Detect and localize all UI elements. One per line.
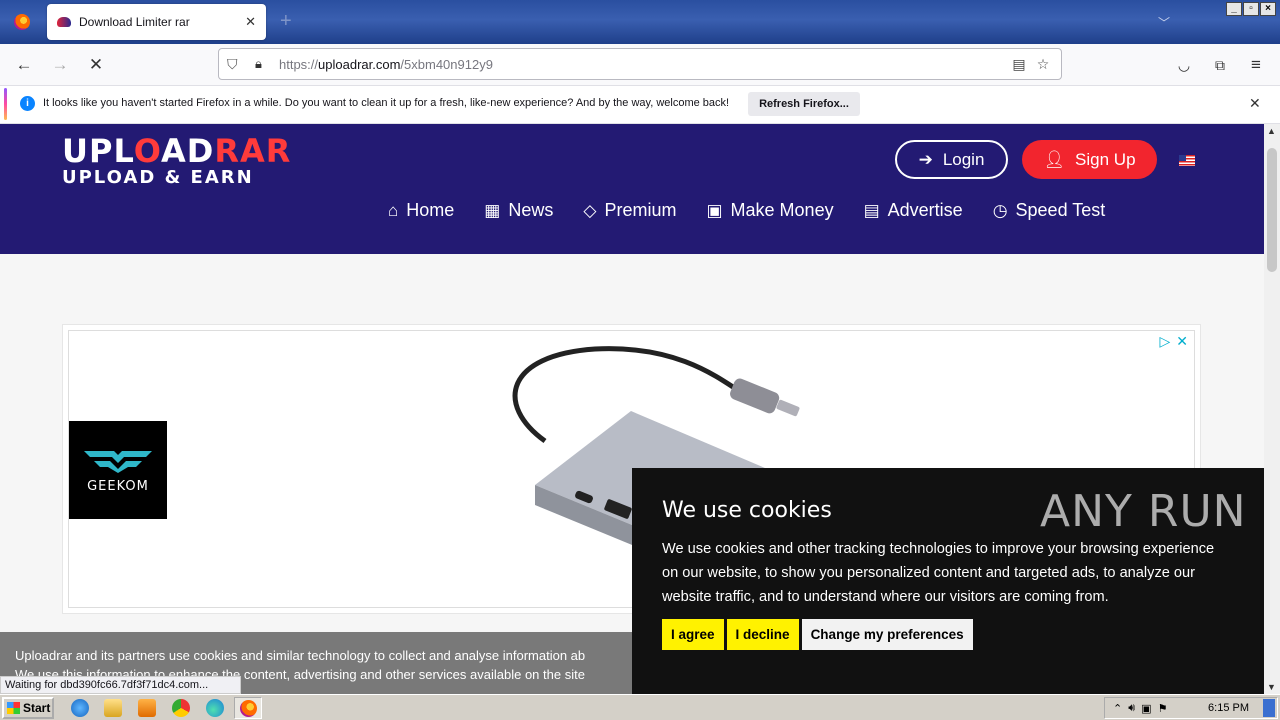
edge-icon[interactable] <box>206 699 224 717</box>
firefox-icon <box>14 14 30 30</box>
nav-advertise[interactable]: ▤ Advertise <box>864 200 963 221</box>
scroll-down-icon[interactable]: ▼ <box>1267 682 1276 692</box>
start-button[interactable]: Start <box>2 697 54 719</box>
extensions-puzzle-icon[interactable]: ⧉ <box>1209 54 1231 76</box>
refresh-firefox-button[interactable]: Refresh Firefox... <box>748 92 860 116</box>
ad-brand-name: GEEKOM <box>87 478 149 494</box>
tab-strip: Download Limiter rar ✕ + ﹀ _ ▫ × <box>0 0 1280 44</box>
bookmark-star-icon[interactable]: ☆ <box>1031 56 1055 73</box>
stop-loading-icon[interactable]: ✕ <box>85 54 107 76</box>
nav-news[interactable]: ▦ News <box>484 200 553 221</box>
nav-make-money[interactable]: ▣ Make Money <box>706 200 833 221</box>
volume-icon[interactable]: 🔊︎ <box>1128 702 1135 715</box>
screen: Download Limiter rar ✕ + ﹀ _ ▫ × ← → ✕ ⛉… <box>0 0 1280 720</box>
ad-card-icon: ▤ <box>863 200 880 220</box>
chrome-icon[interactable] <box>172 699 190 717</box>
url-text[interactable]: https://uploadrar.com/5xbm40n912y9 <box>279 57 1007 72</box>
network-icon[interactable]: ▣ <box>1141 702 1151 715</box>
uploadrar-logo[interactable]: UPLOADRAR UPLOAD & EARN <box>62 132 291 188</box>
ad-close-icon[interactable]: ✕ <box>1176 333 1188 350</box>
sign-up-button[interactable]: 👤︎ Sign Up <box>1022 140 1157 179</box>
login-label: Login <box>942 149 985 169</box>
info-icon: i <box>20 96 35 111</box>
i-agree-button[interactable]: I agree <box>662 619 724 650</box>
show-hidden-icons-icon[interactable]: ⌃ <box>1113 702 1122 715</box>
nav-premium[interactable]: ◇ Premium <box>583 200 676 221</box>
tab-title: Download Limiter rar <box>79 15 190 29</box>
page-scrollbar[interactable]: ▲ ▼ <box>1264 124 1280 694</box>
site-header: UPLOADRAR UPLOAD & EARN ➔ Login 👤︎ Sign … <box>0 124 1264 254</box>
windows-logo-icon <box>7 702 20 714</box>
window-controls: _ ▫ × <box>1226 2 1276 16</box>
media-player-icon[interactable] <box>138 699 156 717</box>
tab-close-icon[interactable]: ✕ <box>245 14 256 30</box>
back-arrow-icon[interactable]: ← <box>13 54 35 76</box>
main-nav: ⌂ Home ▦ News ◇ Premium ▣ Make Money ▤ Advert… <box>388 200 1105 221</box>
nav-speed-test[interactable]: ◷ Speed Test <box>993 200 1106 221</box>
newspaper-icon: ▦ <box>484 200 501 220</box>
padlock-icon[interactable]: 🔒︎ <box>255 56 269 72</box>
reader-view-icon[interactable]: ▤ <box>1007 56 1031 73</box>
home-icon: ⌂ <box>388 200 399 220</box>
system-tray: ⌃ 🔊︎ ▣ ⚑ 6:15 PM <box>1104 697 1278 719</box>
site-favicon-icon <box>57 17 71 27</box>
adchoices-play-icon[interactable]: ▷ <box>1159 333 1170 350</box>
firefox-view-button[interactable] <box>0 0 44 44</box>
cookie-dialog-actions: I agree I decline Change my preferences <box>662 619 1234 650</box>
pocket-icon[interactable]: ◡ <box>1173 54 1195 76</box>
app-menu-hamburger-icon[interactable]: ≡ <box>1245 54 1267 76</box>
windows-taskbar: Start ⌃ 🔊︎ ▣ ⚑ 6:15 PM <box>0 694 1280 720</box>
internet-explorer-icon[interactable] <box>71 699 89 717</box>
change-preferences-button[interactable]: Change my preferences <box>801 619 973 650</box>
anyrun-watermark: ANY RUN <box>1040 486 1247 537</box>
show-desktop-icon[interactable] <box>1263 699 1275 717</box>
sign-in-icon: ➔ <box>918 149 933 169</box>
cookie-dialog-body: We use cookies and other tracking techno… <box>662 541 1215 605</box>
scrollbar-thumb[interactable] <box>1267 148 1277 272</box>
action-center-flag-icon[interactable]: ⚑ <box>1158 702 1168 715</box>
notification-message: It looks like you haven't started Firefo… <box>43 97 730 109</box>
us-flag-language-icon[interactable] <box>1179 155 1195 166</box>
maximize-button[interactable]: ▫ <box>1243 2 1259 16</box>
nav-home[interactable]: ⌂ Home <box>388 200 454 221</box>
active-tab[interactable]: Download Limiter rar ✕ <box>47 4 266 40</box>
sign-up-label: Sign Up <box>1075 149 1136 169</box>
navigation-toolbar: ← → ✕ ⛉ 🔒︎ https://uploadrar.com/5xbm40n… <box>0 44 1280 86</box>
diamond-icon: ◇ <box>583 200 597 220</box>
notification-close-icon[interactable]: ✕ <box>1249 95 1261 112</box>
refresh-firefox-notification: i It looks like you haven't started Fire… <box>0 86 1280 124</box>
ad-choices: ▷ ✕ <box>1159 333 1188 350</box>
clock-icon: ◷ <box>992 200 1008 220</box>
user-plus-icon: 👤︎ <box>1043 149 1066 169</box>
url-bar[interactable]: ⛉ 🔒︎ https://uploadrar.com/5xbm40n912y9 … <box>218 48 1062 80</box>
firefox-taskbar-button[interactable] <box>234 697 262 719</box>
firefox-taskbar-icon <box>239 700 257 717</box>
login-button[interactable]: ➔ Login <box>895 140 1008 179</box>
geekom-mark-icon <box>84 450 152 473</box>
web-page: UPLOADRAR UPLOAD & EARN ➔ Login 👤︎ Sign … <box>0 124 1264 694</box>
minimize-button[interactable]: _ <box>1226 2 1242 16</box>
logo-tagline: UPLOAD & EARN <box>62 167 254 188</box>
ad-brand-logo[interactable]: GEEKOM <box>69 421 167 519</box>
list-all-tabs-chevron-icon[interactable]: ﹀ <box>1158 14 1170 31</box>
tracking-protection-shield-icon[interactable]: ⛉ <box>227 56 243 72</box>
logo-wordmark: UPLOADRAR <box>62 132 292 170</box>
status-bar: Waiting for dbd390fc66.7df3f71dc4.com... <box>0 676 241 694</box>
file-explorer-icon[interactable] <box>104 699 122 717</box>
notification-accent <box>4 88 7 120</box>
scroll-up-icon[interactable]: ▲ <box>1267 126 1276 136</box>
i-decline-button[interactable]: I decline <box>726 619 799 650</box>
taskbar-clock[interactable]: 6:15 PM <box>1208 702 1249 714</box>
forward-arrow-icon[interactable]: → <box>49 54 71 76</box>
new-tab-button[interactable]: + <box>280 10 292 32</box>
money-bill-icon: ▣ <box>706 200 723 220</box>
close-window-button[interactable]: × <box>1260 2 1276 16</box>
consent-banner-line-1: Uploadrar and its partners use cookies a… <box>15 648 586 663</box>
